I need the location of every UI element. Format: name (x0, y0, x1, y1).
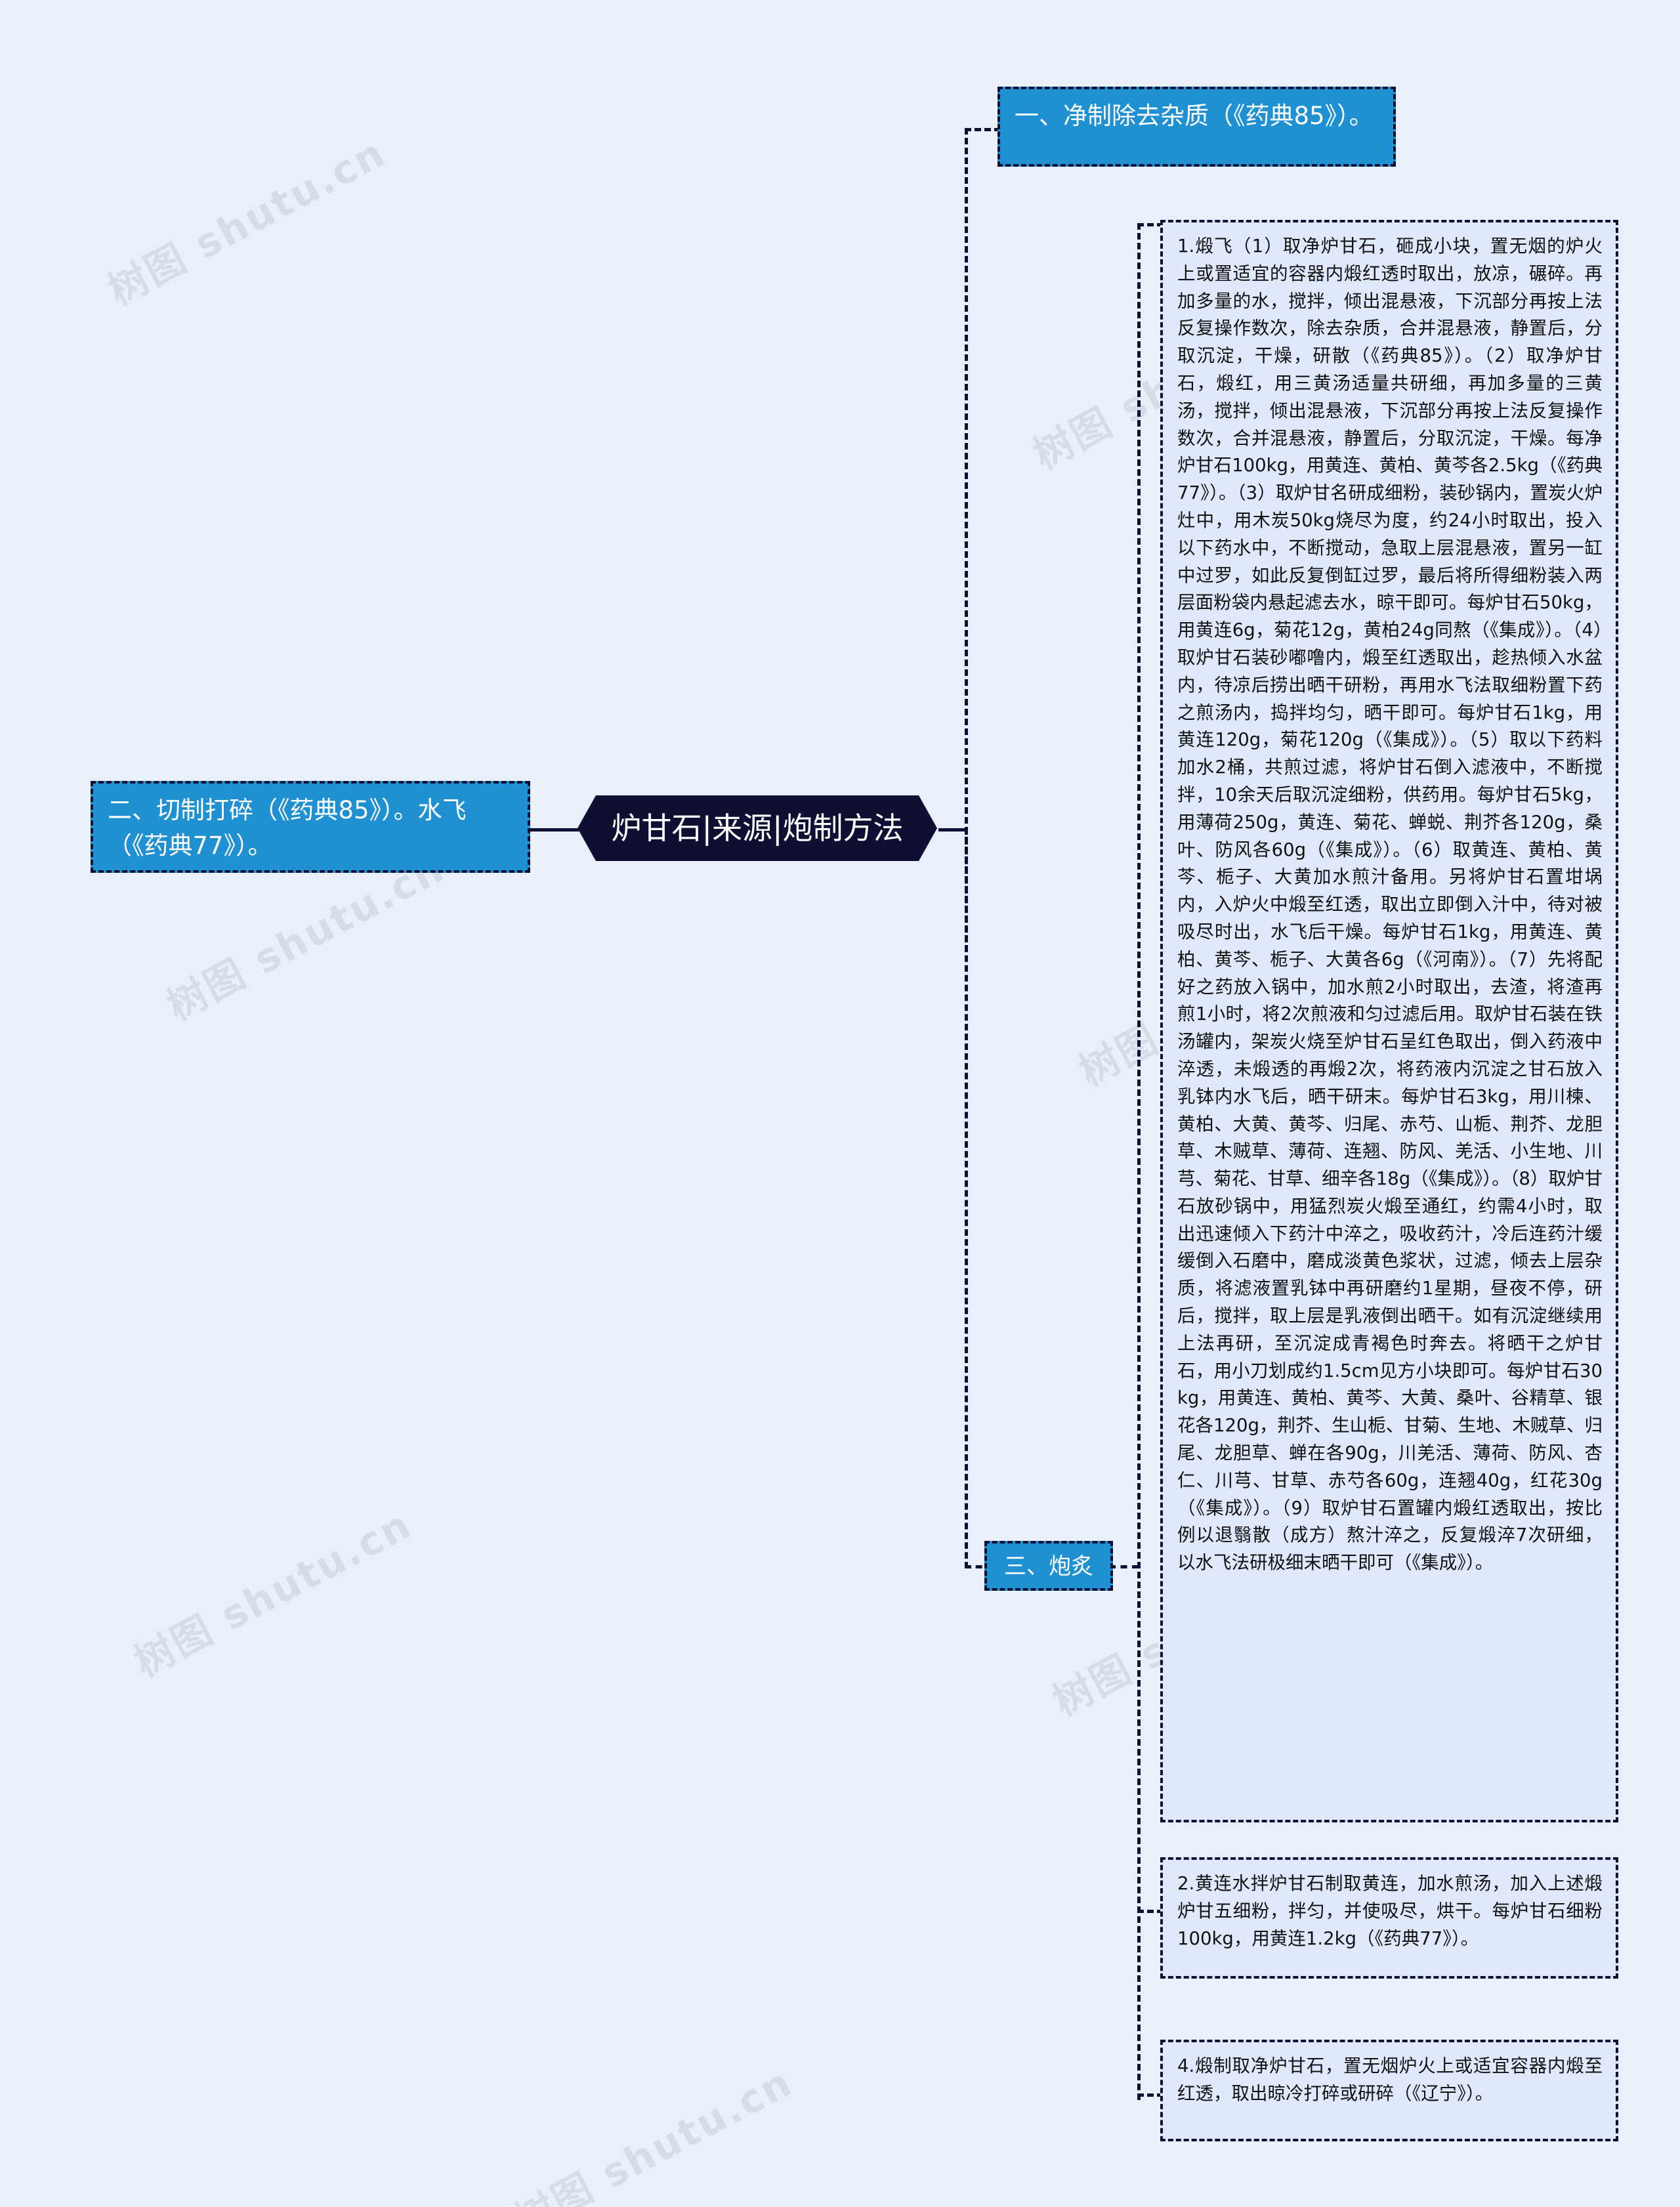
root-right-stub (938, 828, 968, 831)
leaf-node-1[interactable]: 1.煅飞（1）取净炉甘石，砸成小块，置无烟的炉火上或置适宜的容器内煅红透时取出，… (1160, 220, 1618, 1822)
connector-branch-1 (965, 128, 1001, 131)
branch-node-3[interactable]: 三、炮炙 (984, 1541, 1113, 1591)
leaf-spine (1137, 223, 1141, 2100)
watermark: 树图 shutu.cn (507, 2059, 801, 2207)
mindmap-canvas: 树图 shutu.cn 树图 shutu.cn 树图 shutu.cn 树图 s… (0, 0, 1680, 2207)
root-node[interactable]: 炉甘石|来源|炮制方法 (578, 795, 937, 861)
leaf-node-2[interactable]: 2.黄连水拌炉甘石制取黄连，加水煎汤，加入上述煅炉甘五细粉，拌匀，并使吸尽，烘干… (1160, 1857, 1618, 1979)
watermark: 树图 shutu.cn (100, 129, 394, 315)
branch-node-1[interactable]: 一、净制除去杂质（《药典85》）。 (998, 87, 1396, 167)
leaf-node-3[interactable]: 4.煅制取净炉甘石，置无烟炉火上或适宜容器内煅至红透，取出晾冷打碎或研碎（《辽宁… (1160, 2040, 1618, 2141)
level1-spine-lower (965, 828, 968, 1568)
connector-leaf-2 (1137, 1910, 1164, 1913)
connector-leaf-1 (1137, 223, 1164, 226)
connector-leaf-3 (1137, 2093, 1164, 2097)
connector-b3-right-stub (1109, 1565, 1139, 1568)
watermark: 树图 shutu.cn (127, 1501, 420, 1687)
branch-node-2[interactable]: 二、切制打碎（《药典85》）。水飞（《药典77》）。 (91, 781, 530, 873)
